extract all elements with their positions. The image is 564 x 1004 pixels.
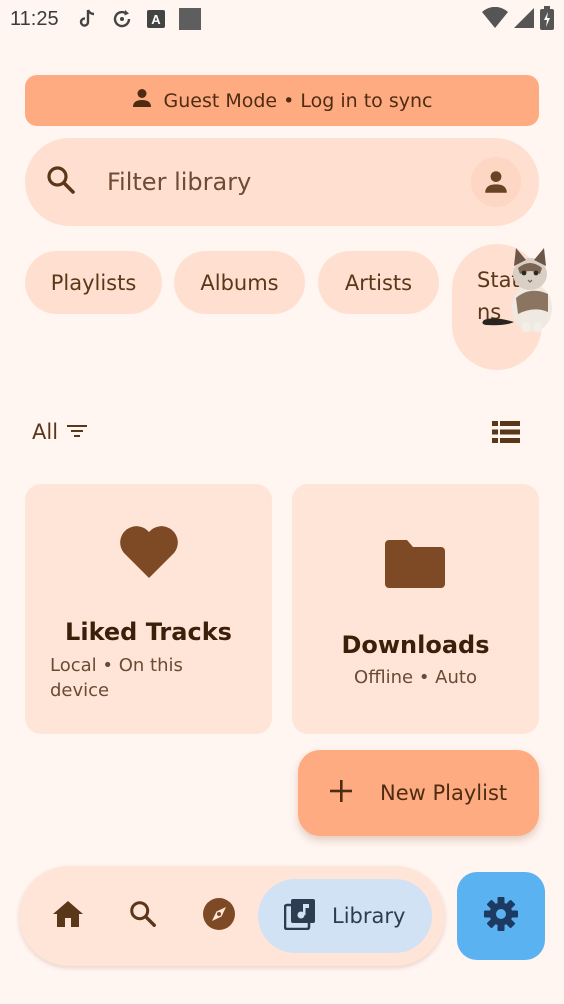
downloads-card[interactable]: Downloads Offline • Auto — [292, 484, 539, 734]
list-view-toggle[interactable] — [490, 418, 522, 450]
new-playlist-button[interactable]: New Playlist — [298, 750, 539, 836]
search-input[interactable]: Filter library — [107, 168, 471, 196]
nav-library[interactable]: Library — [258, 879, 432, 953]
filter-icon — [66, 420, 88, 444]
chip-albums[interactable]: Albums — [174, 251, 305, 314]
library-music-icon — [283, 898, 316, 935]
bottom-navigation: Library — [19, 866, 445, 966]
card-subtitle: Offline • Auto — [354, 667, 477, 688]
sync-icon — [111, 8, 133, 30]
library-search-bar[interactable]: Filter library — [25, 138, 539, 226]
heart-icon — [117, 522, 181, 584]
nav-explore[interactable] — [202, 897, 236, 935]
plus-icon — [328, 778, 354, 809]
card-title: Liked Tracks — [65, 618, 232, 646]
card-title: Downloads — [341, 631, 490, 659]
status-bar: 11:25 A — [0, 0, 564, 38]
chip-playlists[interactable]: Playlists — [25, 251, 162, 314]
home-icon — [51, 899, 85, 933]
explore-icon — [202, 897, 236, 935]
nav-search[interactable] — [128, 899, 158, 933]
filter-label: All — [32, 420, 59, 444]
battery-icon — [540, 6, 554, 35]
liked-tracks-card[interactable]: Liked Tracks Local • On this device — [25, 484, 272, 734]
gear-icon — [483, 896, 519, 936]
filter-dropdown[interactable]: All — [32, 420, 88, 444]
svg-text:A: A — [151, 12, 161, 27]
wifi-icon — [482, 6, 508, 34]
search-icon — [128, 899, 158, 933]
status-right — [482, 6, 554, 35]
guest-mode-banner[interactable]: Guest Mode • Log in to sync — [25, 75, 539, 126]
tiktok-icon — [77, 8, 99, 30]
filter-row: All — [32, 418, 522, 448]
signal-icon — [514, 7, 534, 34]
nav-home[interactable] — [51, 899, 85, 933]
chip-artists[interactable]: Artists — [318, 251, 439, 314]
guest-banner-text: Guest Mode • Log in to sync — [163, 89, 433, 112]
folder-icon — [383, 538, 447, 594]
new-playlist-label: New Playlist — [380, 781, 508, 805]
nav-library-label: Library — [332, 904, 406, 928]
list-view-icon — [490, 421, 522, 450]
settings-button[interactable] — [457, 872, 545, 960]
person-icon — [132, 88, 152, 113]
font-icon: A — [145, 8, 167, 30]
square-icon — [178, 8, 201, 30]
status-time: 11:25 — [10, 7, 59, 30]
card-subtitle: Local • On this device — [50, 655, 183, 701]
search-icon — [45, 164, 77, 200]
avatar[interactable] — [471, 157, 521, 207]
cat-sticker — [482, 248, 552, 332]
